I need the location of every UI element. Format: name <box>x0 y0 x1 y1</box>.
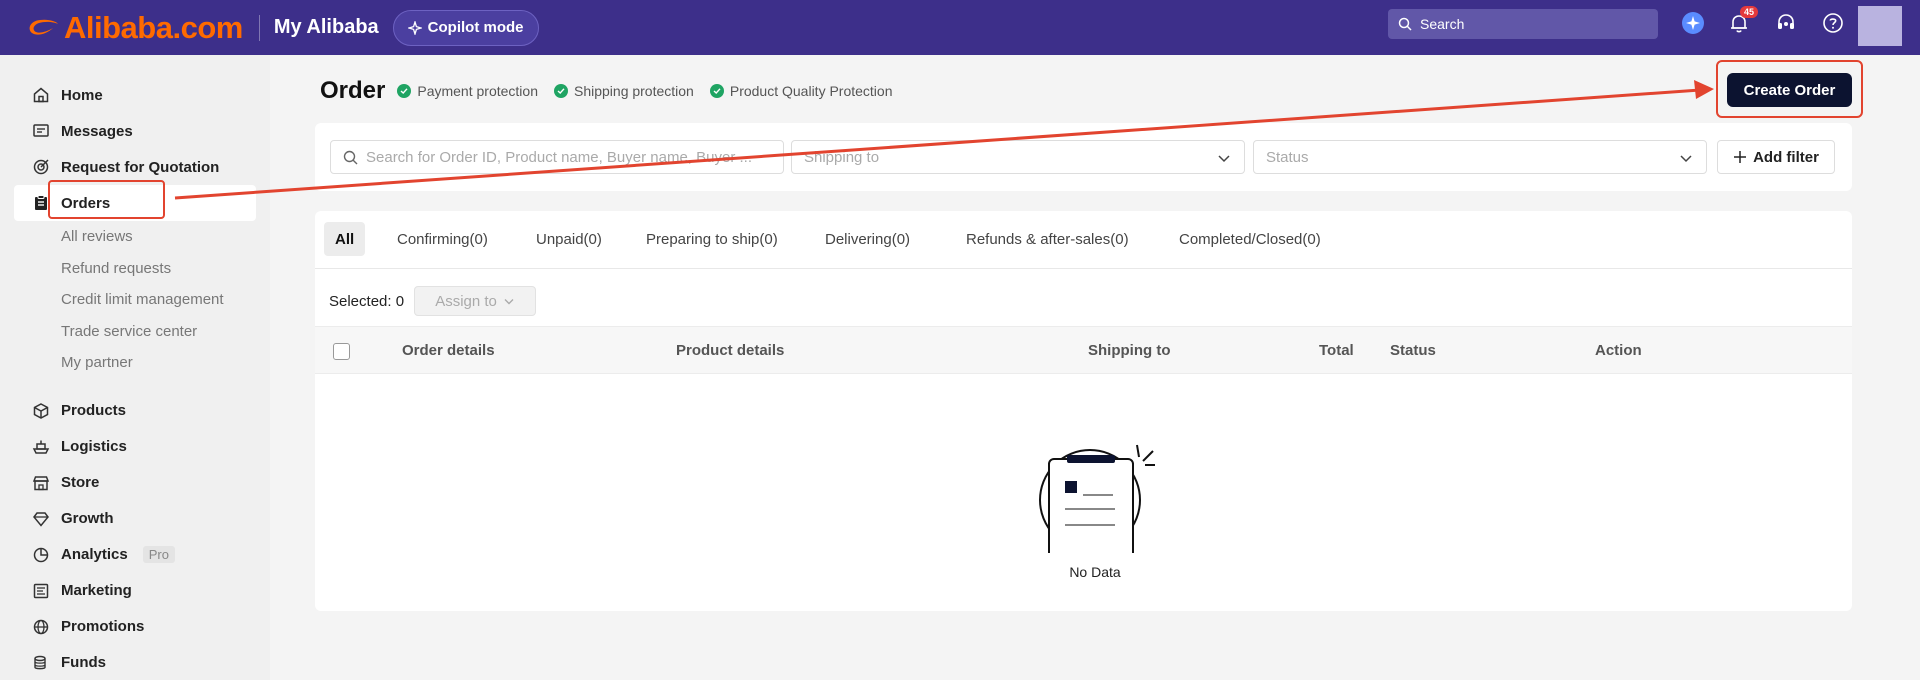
search-placeholder: Search <box>1420 16 1465 32</box>
sidebar-item-promotions[interactable]: Promotions <box>0 609 270 645</box>
section-title[interactable]: My Alibaba <box>274 16 379 39</box>
target-icon <box>33 159 49 175</box>
avatar[interactable] <box>1858 6 1902 46</box>
column-total: Total <box>1319 342 1354 359</box>
store-icon <box>32 475 50 490</box>
main-content: Order Payment protection Shipping protec… <box>270 55 1920 680</box>
help-icon[interactable] <box>1820 10 1846 36</box>
tab-all[interactable]: All <box>324 222 366 256</box>
chevron-down-icon <box>1218 155 1230 163</box>
order-search-input[interactable]: Search for Order ID, Product name, Buyer… <box>330 140 784 174</box>
tab-delivering[interactable]: Delivering(0) <box>814 222 921 256</box>
check-circle-icon <box>553 84 568 98</box>
tab-confirming[interactable]: Confirming(0) <box>386 222 499 256</box>
sidebar-subitem-all-reviews[interactable]: All reviews <box>0 221 270 253</box>
shipping-protection-badge: Shipping protection <box>553 83 694 99</box>
table-header: Order details Product details Shipping t… <box>315 326 1852 374</box>
sidebar: Home Messages Request for Quotation Orde… <box>0 55 270 680</box>
sidebar-item-store[interactable]: Store <box>0 465 270 501</box>
bulk-action-row: Selected: 0 Assign to <box>329 286 537 316</box>
alibaba-logo[interactable]: Alibaba.com <box>26 10 243 46</box>
annotation-box-orders <box>48 180 165 219</box>
empty-state-label: No Data <box>1069 564 1121 580</box>
check-circle-icon <box>397 84 412 98</box>
orders-panel: All Confirming(0) Unpaid(0) Preparing to… <box>315 211 1852 611</box>
notification-badge: 45 <box>1739 6 1758 18</box>
sidebar-item-products[interactable]: Products <box>0 393 270 429</box>
assign-to-button[interactable]: Assign to <box>414 286 537 316</box>
marketing-icon <box>33 583 49 598</box>
column-order-details: Order details <box>402 342 495 359</box>
sidebar-item-logistics[interactable]: Logistics <box>0 429 270 465</box>
shipping-to-select[interactable]: Shipping to <box>791 140 1245 174</box>
search-icon <box>343 150 358 164</box>
status-select[interactable]: Status <box>1253 140 1707 174</box>
chevron-down-icon <box>1680 155 1692 163</box>
sidebar-item-home[interactable]: Home <box>0 77 270 113</box>
header-search-input[interactable]: Search <box>1388 9 1658 39</box>
tab-unpaid[interactable]: Unpaid(0) <box>525 222 613 256</box>
order-search-placeholder: Search for Order ID, Product name, Buyer… <box>366 148 752 166</box>
sidebar-item-marketing[interactable]: Marketing <box>0 573 270 609</box>
header-divider <box>258 14 260 41</box>
plus-icon <box>1734 151 1747 163</box>
sidebar-item-growth[interactable]: Growth <box>0 501 270 537</box>
sidebar-subitem-trade-service[interactable]: Trade service center <box>0 316 270 348</box>
empty-state: No Data <box>1035 433 1155 580</box>
column-product-details: Product details <box>676 342 785 359</box>
filter-bar: Search for Order ID, Product name, Buyer… <box>315 123 1852 191</box>
page-title: Order <box>320 77 386 104</box>
ai-assistant-icon[interactable] <box>1680 10 1706 36</box>
column-status: Status <box>1390 342 1436 359</box>
diamond-icon <box>33 511 49 527</box>
search-icon <box>1398 17 1412 31</box>
tab-completed-closed[interactable]: Completed/Closed(0) <box>1168 222 1332 256</box>
box-icon <box>33 402 49 419</box>
headset-icon[interactable] <box>1773 10 1799 36</box>
chevron-down-icon <box>504 299 514 305</box>
tab-preparing-to-ship[interactable]: Preparing to ship(0) <box>635 222 789 256</box>
sidebar-item-analytics[interactable]: Analytics Pro <box>0 537 270 573</box>
globe-icon <box>33 619 49 634</box>
tab-refunds[interactable]: Refunds & after-sales(0) <box>955 222 1140 256</box>
sidebar-item-messages[interactable]: Messages <box>0 113 270 149</box>
select-all-checkbox[interactable] <box>333 343 350 360</box>
sidebar-subitem-my-partner[interactable]: My partner <box>0 347 270 379</box>
empty-document-icon <box>1039 444 1155 560</box>
check-circle-icon <box>709 84 724 98</box>
home-icon <box>33 87 49 103</box>
logo-text: Alibaba.com <box>64 9 243 45</box>
annotation-box-create-order <box>1716 60 1863 118</box>
pro-badge: Pro <box>142 546 175 563</box>
bell-icon[interactable]: 45 <box>1726 6 1758 36</box>
column-action: Action <box>1595 342 1642 359</box>
pie-chart-icon <box>33 547 49 562</box>
column-shipping-to: Shipping to <box>1088 342 1171 359</box>
sidebar-subitem-refund-requests[interactable]: Refund requests <box>0 253 270 285</box>
selected-count: Selected: 0 <box>329 292 405 310</box>
sidebar-item-funds[interactable]: Funds <box>0 645 270 680</box>
alibaba-logo-icon <box>29 19 58 35</box>
shipping-to-placeholder: Shipping to <box>804 148 880 166</box>
add-filter-button[interactable]: Add filter <box>1717 140 1835 174</box>
copilot-mode-button[interactable]: Copilot mode <box>392 9 539 46</box>
sidebar-subitem-credit-limit[interactable]: Credit limit management <box>0 284 270 316</box>
copilot-label: Copilot mode <box>427 19 524 36</box>
message-icon <box>33 124 49 137</box>
payment-protection-badge: Payment protection <box>397 83 538 99</box>
sparkle-icon <box>407 20 422 35</box>
coins-icon <box>34 655 46 669</box>
ship-icon <box>32 440 50 454</box>
title-row: Order Payment protection Shipping protec… <box>320 77 901 105</box>
status-placeholder: Status <box>1266 148 1309 166</box>
top-navigation-bar: Alibaba.com My Alibaba Copilot mode Sear… <box>0 0 1920 55</box>
order-status-tabs: All Confirming(0) Unpaid(0) Preparing to… <box>315 211 1852 269</box>
quality-protection-badge: Product Quality Protection <box>709 83 893 99</box>
